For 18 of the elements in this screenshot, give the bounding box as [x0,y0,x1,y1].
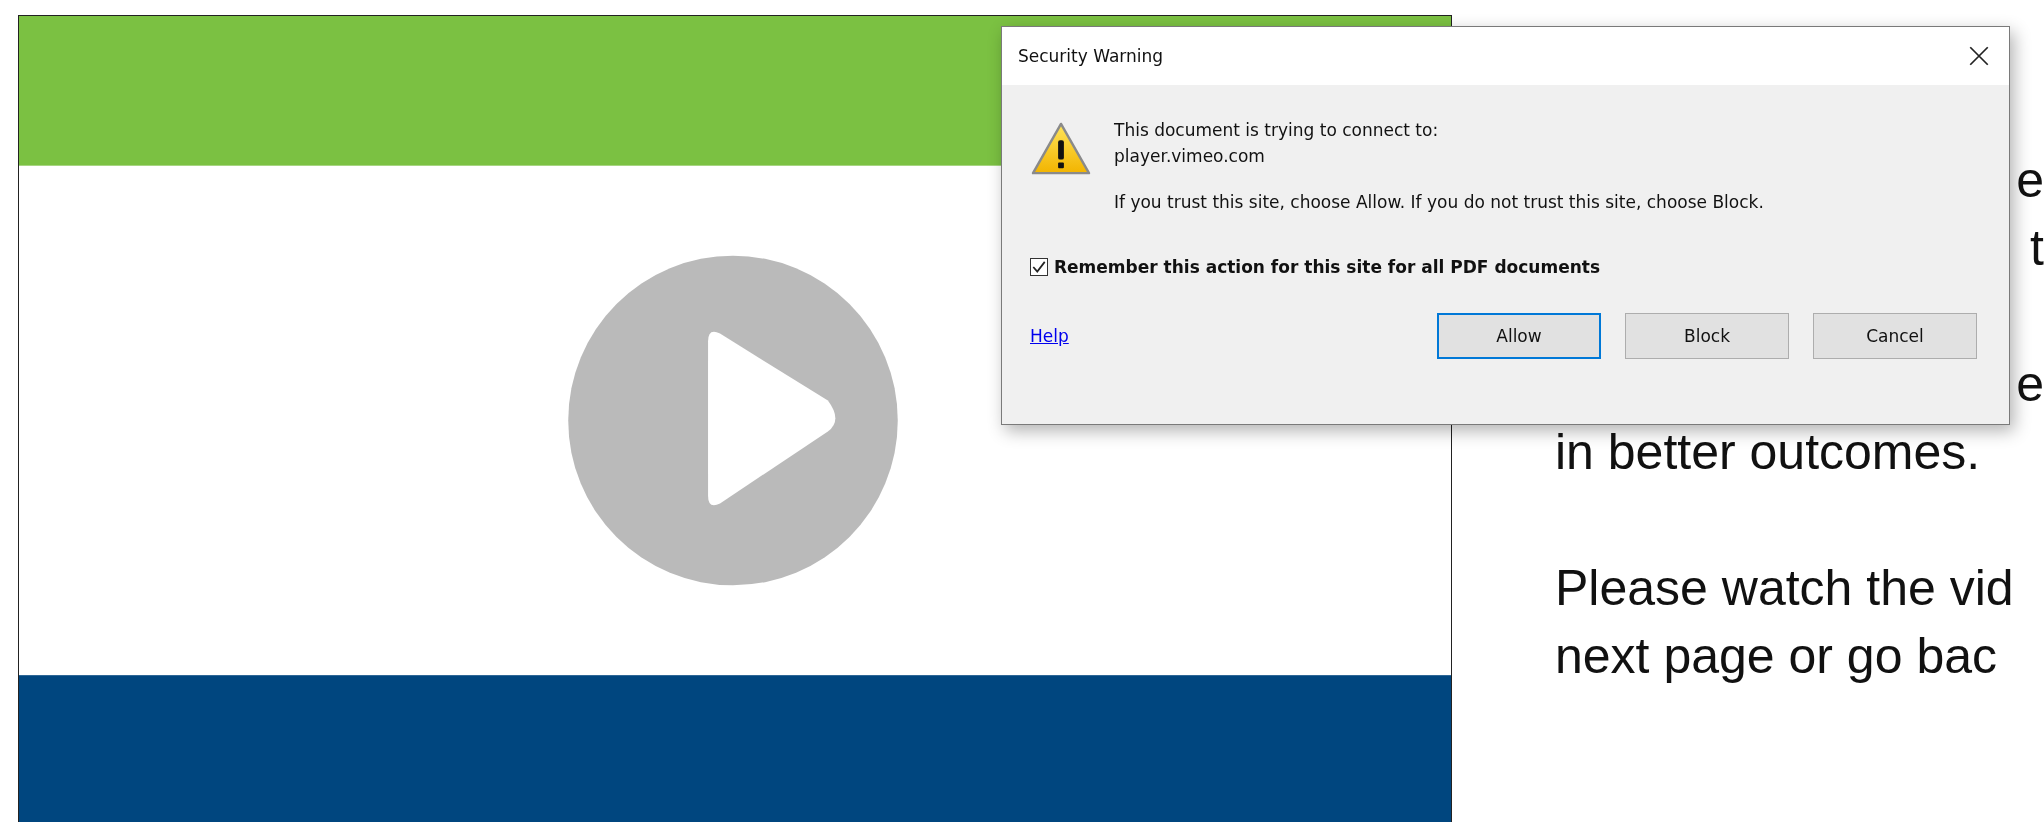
remember-checkbox[interactable] [1030,258,1048,276]
dialog-title: Security Warning [1018,46,1164,66]
body-text-line: in better outcomes. [1555,423,1981,482]
body-text-line: Please watch the vid [1555,559,2014,618]
message-text: player.vimeo.com [1114,145,1266,168]
text-fragment: t [2030,219,2044,278]
help-link[interactable]: Help [1030,326,1069,346]
warning-icon [1030,121,1092,177]
close-icon[interactable] [1969,46,1989,66]
text-fragment: e [2016,151,2044,210]
dialog-button[interactable]: Allow [1437,313,1601,359]
message-text: This document is trying to connect to: [1114,119,1440,142]
text-fragment: e [2016,355,2044,414]
remember-label: Remember this action for this site for all PDF documents [1054,257,1600,277]
dialog-button[interactable]: Cancel [1813,313,1977,359]
body-text-line: next page or go bac [1555,627,1997,686]
advice-text: If you trust this site, choose Allow. If you do not trust this site, choose Block. [1114,191,1764,214]
dialog-button[interactable]: Block [1625,313,1789,359]
